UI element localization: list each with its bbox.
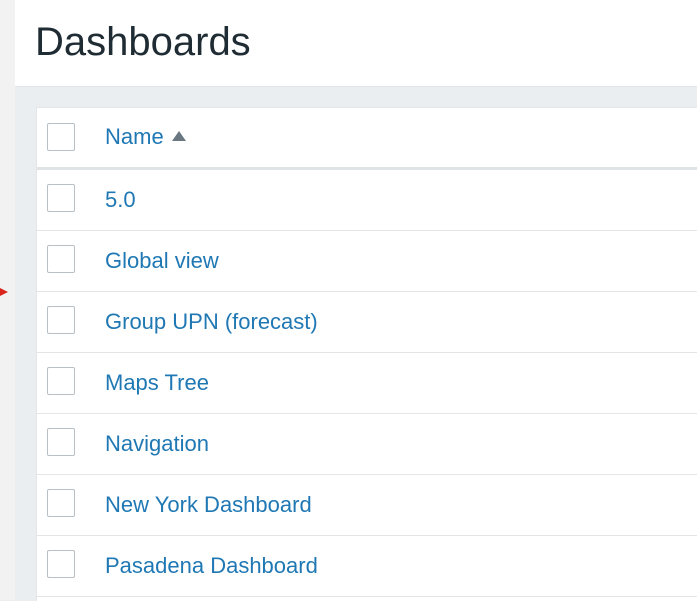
row-checkbox[interactable] xyxy=(47,489,75,517)
dashboard-link[interactable]: Pasadena Dashboard xyxy=(105,553,318,579)
dashboard-link[interactable]: Navigation xyxy=(105,431,209,457)
dashboard-link[interactable]: Group UPN (forecast) xyxy=(105,309,318,335)
row-checkbox[interactable] xyxy=(47,367,75,395)
row-checkbox[interactable] xyxy=(47,245,75,273)
table-header-row: Name xyxy=(37,108,697,170)
row-checkbox[interactable] xyxy=(47,550,75,578)
page-title: Dashboards xyxy=(35,20,251,64)
table-row: Maps Tree xyxy=(37,353,697,414)
name-column-header[interactable]: Name xyxy=(105,124,186,150)
row-checkbox[interactable] xyxy=(47,306,75,334)
dashboard-link[interactable]: 5.0 xyxy=(105,187,136,213)
dashboard-link[interactable]: Global view xyxy=(105,248,219,274)
sort-ascending-icon xyxy=(171,131,186,142)
red-pointer-icon xyxy=(0,288,8,296)
table-row: Group UPN (forecast) xyxy=(37,292,697,353)
left-gutter xyxy=(0,0,15,600)
dashboard-link[interactable]: New York Dashboard xyxy=(105,492,312,518)
name-column-label: Name xyxy=(105,124,164,149)
page-header: Dashboards xyxy=(15,0,697,87)
row-checkbox[interactable] xyxy=(47,184,75,212)
table-row: Global view xyxy=(37,231,697,292)
row-checkbox[interactable] xyxy=(47,428,75,456)
table-row: 5.0 xyxy=(37,170,697,231)
table-row: Pasadena Dashboard xyxy=(37,536,697,597)
select-all-checkbox[interactable] xyxy=(47,123,75,151)
table-row: Navigation xyxy=(37,414,697,475)
dashboards-table: Name 5.0 Global view Group UPN (forecast… xyxy=(36,107,697,601)
dashboard-link[interactable]: Maps Tree xyxy=(105,370,209,396)
table-row: New York Dashboard xyxy=(37,475,697,536)
